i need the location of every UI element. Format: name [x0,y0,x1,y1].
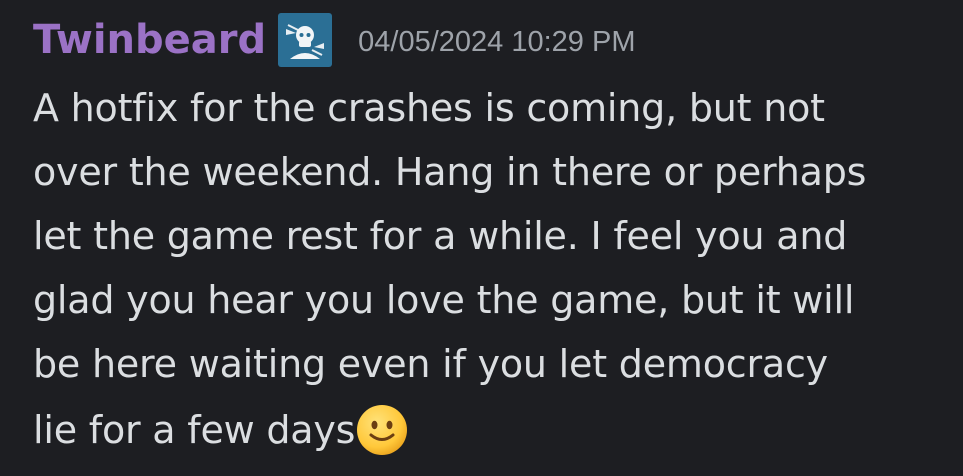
message-line: over the weekend. Hang in there or perha… [33,150,867,194]
message-content: A hotfix for the crashes is coming, but … [33,76,943,462]
role-badge-icon[interactable] [278,13,333,67]
message-header: Twinbeard 04/05/2024 10:29 PM [33,8,943,72]
message-last-line: lie for a few days [33,398,943,462]
author-name[interactable]: Twinbeard [33,17,266,63]
message-line: let the game rest for a while. I feel yo… [33,214,848,258]
message-line: A hotfix for the crashes is coming, but … [33,86,825,130]
message-line: lie for a few days [33,408,356,452]
chat-message: Twinbeard 04/05/2024 10:29 PM A hotfix f… [33,8,943,462]
skull-emblem-icon [286,24,325,59]
message-line: be here waiting even if you let democrac… [33,342,828,386]
message-timestamp[interactable]: 04/05/2024 10:29 PM [358,22,635,59]
slightly-smiling-face-icon[interactable] [355,403,409,457]
message-line: glad you hear you love the game, but it … [33,278,855,322]
